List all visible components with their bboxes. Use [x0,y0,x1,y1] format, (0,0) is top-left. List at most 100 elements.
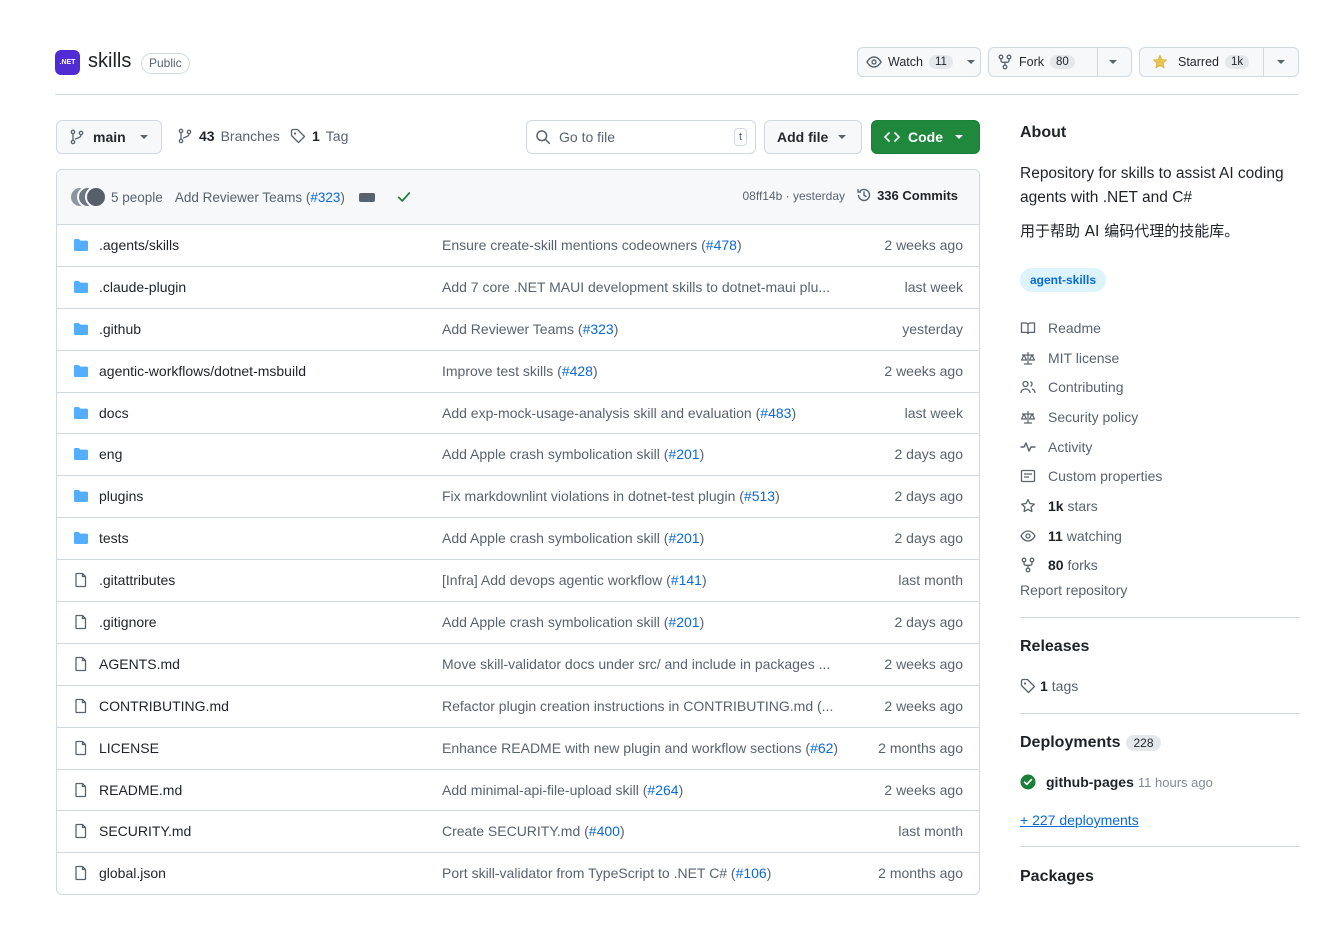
file-commit-message[interactable]: Create SECURITY.md (#400) [442,823,842,839]
fork-dropdown[interactable] [1098,48,1128,76]
file-name-link[interactable]: eng [99,446,122,462]
contributors-avatars[interactable] [69,186,107,208]
file-commit-pr-link[interactable]: #478 [706,237,737,253]
about-link-activity[interactable]: Activity [1020,432,1162,462]
tags-label: Tag [325,128,349,144]
file-commit-pr-link[interactable]: #323 [583,321,614,337]
about-link-forks[interactable]: 80 forks [1020,551,1162,581]
star-button[interactable]: Starred 1k [1139,47,1299,77]
file-commit-pr-link[interactable]: #483 [760,405,791,421]
branch-selector[interactable]: main [56,120,162,154]
about-link-watching[interactable]: 11 watching [1020,521,1162,551]
file-name-link[interactable]: plugins [99,488,143,504]
add-file-button[interactable]: Add file [764,120,862,154]
caret-down-icon [139,135,148,139]
check-icon[interactable] [397,190,411,204]
go-to-file-input[interactable]: Go to file t [526,120,756,154]
watch-button[interactable]: Watch 11 [857,47,981,77]
file-name-link[interactable]: .claude-plugin [99,279,186,295]
about-link-stars[interactable]: 1k stars [1020,491,1162,521]
file-commit-message[interactable]: [Infra] Add devops agentic workflow (#14… [442,572,842,588]
watch-main[interactable]: Watch 11 [858,48,961,76]
code-button[interactable]: Code [871,120,980,154]
file-name-link[interactable]: .gitattributes [99,572,175,588]
file-name-link[interactable]: LICENSE [99,740,159,756]
watch-dropdown[interactable] [961,48,981,76]
file-commit-pr-link[interactable]: #201 [668,446,699,462]
releases-tags-link[interactable]: 1 tags [1020,678,1078,694]
about-link-custom-properties[interactable]: Custom properties [1020,461,1162,491]
file-commit-pr-link[interactable]: #513 [744,488,775,504]
ellipsis-expand-icon[interactable] [358,192,375,202]
tags-count: 1 [312,128,320,144]
file-name-link[interactable]: CONTRIBUTING.md [99,698,229,714]
deployments-heading[interactable]: Deployments 228 [1020,734,1161,752]
file-commit-date: 2 months ago [878,865,963,882]
file-commit-message[interactable]: Add minimal-api-file-upload skill (#264) [442,782,842,798]
folder-icon [73,446,89,462]
file-commit-message[interactable]: Add exp-mock-usage-analysis skill and ev… [442,405,842,421]
commit-hash-time[interactable]: 08ff14b · yesterday [742,189,845,203]
file-commit-message[interactable]: Refactor plugin creation instructions in… [442,698,842,714]
file-commit-message[interactable]: Enhance README with new plugin and workf… [442,740,842,756]
about-link-label: forks [1067,557,1098,574]
file-commit-message[interactable]: Improve test skills (#428) [442,363,842,379]
file-commit-pr-link[interactable]: #201 [668,614,699,630]
file-commit-pr-link[interactable]: #62 [810,740,833,756]
about-link-readme[interactable]: Readme [1020,313,1162,343]
file-commit-message[interactable]: Port skill-validator from TypeScript to … [442,865,842,881]
more-deployments-link[interactable]: + 227 deployments [1020,812,1139,828]
file-commit-message[interactable]: Fix markdownlint violations in dotnet-te… [442,488,842,504]
star-dropdown[interactable] [1264,48,1298,76]
file-commit-date: last month [898,823,963,840]
commit-message[interactable]: Add Reviewer Teams (#323) [175,190,345,205]
file-commit-message[interactable]: Add 7 core .NET MAUI development skills … [442,279,842,295]
file-name-link[interactable]: .github [99,321,141,337]
about-link-mit-license[interactable]: MIT license [1020,343,1162,373]
file-commit-message[interactable]: Add Reviewer Teams (#323) [442,321,842,337]
branches-link[interactable]: 43 Branches [177,128,280,144]
about-link-security-policy[interactable]: Security policy [1020,402,1162,432]
commit-people[interactable]: 5 people [111,190,163,205]
file-name-link[interactable]: SECURITY.md [99,823,191,839]
file-commit-message[interactable]: Move skill-validator docs under src/ and… [442,656,842,672]
file-commit-pr-link[interactable]: #106 [736,865,767,881]
file-commit-pr-link[interactable]: #264 [647,782,678,798]
packages-heading[interactable]: Packages [1020,868,1094,886]
topic-tag[interactable]: agent-skills [1020,268,1107,292]
file-commit-pr-link[interactable]: #428 [562,363,593,379]
commit-pr-link[interactable]: #323 [310,190,340,205]
file-name-link[interactable]: .agents/skills [99,237,179,253]
file-commit-pr-link[interactable]: #141 [671,572,702,588]
file-commit-date: 2 weeks ago [884,237,963,253]
releases-heading[interactable]: Releases [1020,638,1089,656]
fork-button[interactable]: Fork 80 [988,47,1132,77]
star-main[interactable]: Starred 1k [1140,48,1263,76]
tag-icon [290,128,306,144]
fork-main[interactable]: Fork 80 [989,48,1097,76]
repo-name[interactable]: skills [88,50,131,73]
file-commit-pr-link[interactable]: #400 [589,823,620,839]
tags-link[interactable]: 1 Tag [290,128,348,144]
file-commit-message[interactable]: Add Apple crash symbolication skill (#20… [442,530,842,546]
releases-tags-count: 1 [1040,678,1048,694]
about-link-contributing[interactable]: Contributing [1020,372,1162,402]
star-icon [1021,498,1035,513]
file-commit-message[interactable]: Ensure create-skill mentions codeowners … [442,237,842,253]
commits-link[interactable]: 336 Commits [856,187,958,203]
file-commit-message[interactable]: Add Apple crash symbolication skill (#20… [442,446,842,462]
file-commit-text-end: ) [619,823,625,840]
repo-owner-avatar[interactable]: .NET [55,50,80,75]
file-name-link[interactable]: global.json [99,865,166,881]
file-commit-pr-link[interactable]: #201 [668,530,699,546]
file-name-link[interactable]: agentic-workflows/dotnet-msbuild [99,363,306,379]
file-commit-message[interactable]: Add Apple crash symbolication skill (#20… [442,614,842,630]
deployment-item[interactable]: github-pages 11 hours ago [1020,774,1213,790]
file-name-link[interactable]: AGENTS.md [99,656,180,672]
file-name-link[interactable]: tests [99,530,129,546]
file-name-link[interactable]: .gitignore [99,614,157,630]
file-name-link[interactable]: docs [99,405,129,421]
file-name-link[interactable]: README.md [99,782,182,798]
report-repository-link[interactable]: Report repository [1020,582,1127,598]
about-link-label: watching [1066,527,1122,544]
